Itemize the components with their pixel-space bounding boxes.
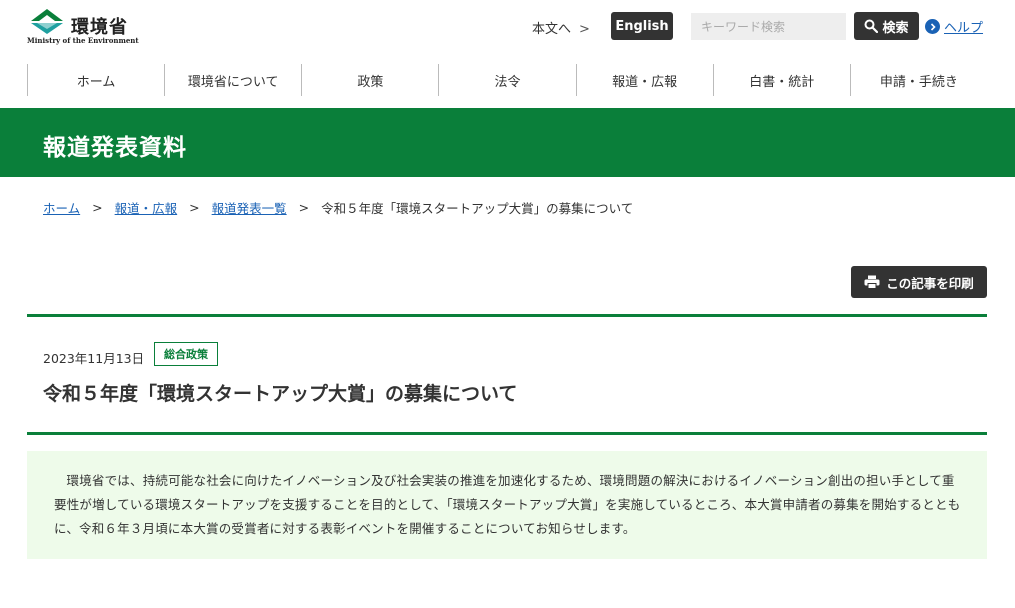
breadcrumb-link-press[interactable]: 報道・広報: [115, 198, 178, 217]
breadcrumb-link-press-list[interactable]: 報道発表一覧: [212, 198, 287, 217]
breadcrumb: ホーム > 報道・広報 > 報道発表一覧 > 令和５年度「環境スタートアップ大賞…: [43, 198, 633, 217]
nav-item-application[interactable]: 申請・手続き: [849, 64, 987, 96]
search-button[interactable]: 検索: [854, 12, 919, 40]
divider-top: [27, 314, 987, 317]
breadcrumb-separator: >: [92, 200, 103, 215]
print-button[interactable]: この記事を印刷: [851, 266, 987, 298]
nav-item-law[interactable]: 法令: [438, 64, 575, 96]
print-button-label: この記事を印刷: [886, 275, 974, 291]
skip-to-content-link[interactable]: 本文へ >: [532, 18, 590, 37]
section-banner: 報道発表資料: [0, 108, 1015, 177]
chevron-right-icon: >: [579, 22, 590, 37]
skip-link-label: 本文へ: [532, 22, 572, 37]
global-nav: ホーム 環境省について 政策 法令 報道・広報 白書・統計 申請・手続き: [27, 64, 987, 96]
breadcrumb-separator: >: [189, 200, 200, 215]
help-link[interactable]: ヘルプ: [925, 17, 983, 36]
nav-item-whitepaper[interactable]: 白書・統計: [712, 64, 850, 96]
search-button-label: 検索: [882, 20, 909, 36]
article-title: 令和５年度「環境スタートアップ大賞」の募集について: [43, 383, 518, 405]
leaf-logo-icon: [31, 9, 63, 34]
help-link-label: ヘルプ: [944, 21, 984, 36]
nav-item-about[interactable]: 環境省について: [164, 64, 301, 96]
english-button[interactable]: English: [611, 12, 673, 40]
search-icon: [864, 19, 879, 33]
nav-item-press[interactable]: 報道・広報: [575, 64, 713, 96]
nav-item-home[interactable]: ホーム: [27, 64, 164, 96]
breadcrumb-separator: >: [298, 200, 310, 215]
summary-box: 環境省では、持続可能な社会に向けたイノベーション及び社会実装の推進を加速化するた…: [27, 451, 987, 559]
chevron-circle-icon: [925, 19, 940, 34]
search-input[interactable]: [691, 13, 846, 40]
publish-date: 2023年11月13日: [43, 351, 145, 366]
summary-text: 環境省では、持続可能な社会に向けたイノベーション及び社会実装の推進を加速化するた…: [54, 473, 961, 536]
section-title: 報道発表資料: [43, 135, 187, 161]
nav-item-policy[interactable]: 政策: [301, 64, 438, 96]
ministry-logo[interactable]: 環境省 Ministry of the Environment: [27, 7, 139, 47]
site-header: 環境省 Ministry of the Environment 本文へ > Eng…: [0, 0, 1015, 56]
category-badge: 総合政策: [154, 342, 218, 366]
printer-icon: [864, 275, 880, 289]
logo-text-en: Ministry of the Environment: [27, 36, 139, 45]
breadcrumb-current: 令和５年度「環境スタートアップ大賞」の募集について: [321, 201, 634, 216]
breadcrumb-link-home[interactable]: ホーム: [43, 198, 80, 217]
divider-bottom: [27, 432, 987, 435]
